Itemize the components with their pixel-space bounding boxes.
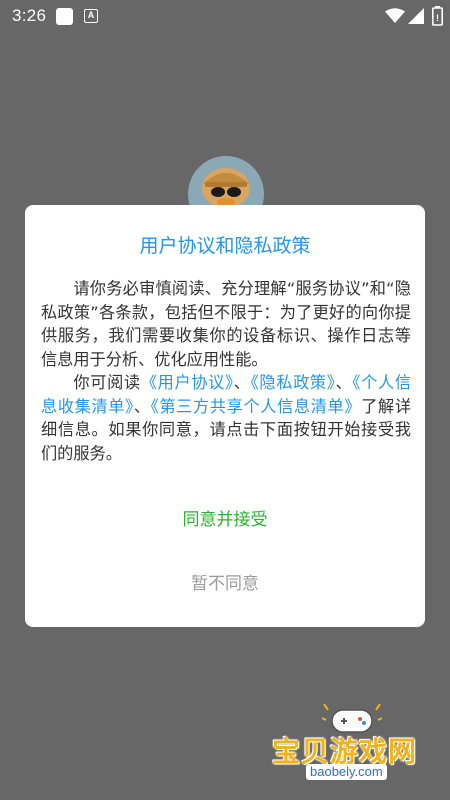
watermark-logo: 宝贝游戏网 baobely.com — [270, 702, 430, 792]
third-party-sharing-list-link[interactable]: 《第三方共享个人信息清单》 — [151, 397, 362, 416]
dialog-title: 用户协议和隐私政策 — [139, 235, 311, 257]
paragraph-2-prefix: 你可阅读 — [73, 373, 141, 392]
dialog-paragraph-1: 请你务必审慎阅读、充分理解“服务协议”和“隐私政策”各条款，包括但不限于：为了更… — [41, 279, 411, 369]
screen: 3:26 A ! 用户协议和隐私政策 请你务必审慎阅读、充分理解“服务协议”和“… — [0, 0, 450, 800]
separator: 、 — [335, 373, 353, 392]
svg-text:!: ! — [436, 13, 439, 23]
separator: 、 — [233, 373, 251, 392]
signal-icon — [408, 8, 424, 24]
user-agreement-link[interactable]: 《用户协议》 — [141, 373, 234, 392]
status-time: 3:26 — [12, 6, 47, 25]
separator: 、 — [133, 396, 151, 416]
dialog-body: 请你务必审慎阅读、充分理解“服务协议”和“隐私政策”各条款，包括但不限于：为了更… — [41, 277, 411, 465]
decline-button[interactable]: 暂不同意 — [125, 569, 325, 599]
watermark-url: baobely.com — [306, 764, 387, 780]
privacy-dialog: 用户协议和隐私政策 请你务必审慎阅读、充分理解“服务协议”和“隐私政策”各条款，… — [25, 205, 425, 627]
status-bar: 3:26 A ! — [0, 0, 450, 32]
square-notification-icon — [56, 8, 73, 25]
agree-button[interactable]: 同意并接受 — [125, 505, 325, 535]
a-notification-icon: A — [84, 9, 98, 23]
dialog-paragraph-2: 你可阅读《用户协议》、《隐私政策》、《个人信息收集清单》、《第三方共享个人信息清… — [41, 371, 411, 465]
battery-icon: ! — [432, 6, 443, 26]
wifi-icon — [385, 8, 405, 23]
privacy-policy-link[interactable]: 《隐私政策》 — [251, 373, 336, 392]
